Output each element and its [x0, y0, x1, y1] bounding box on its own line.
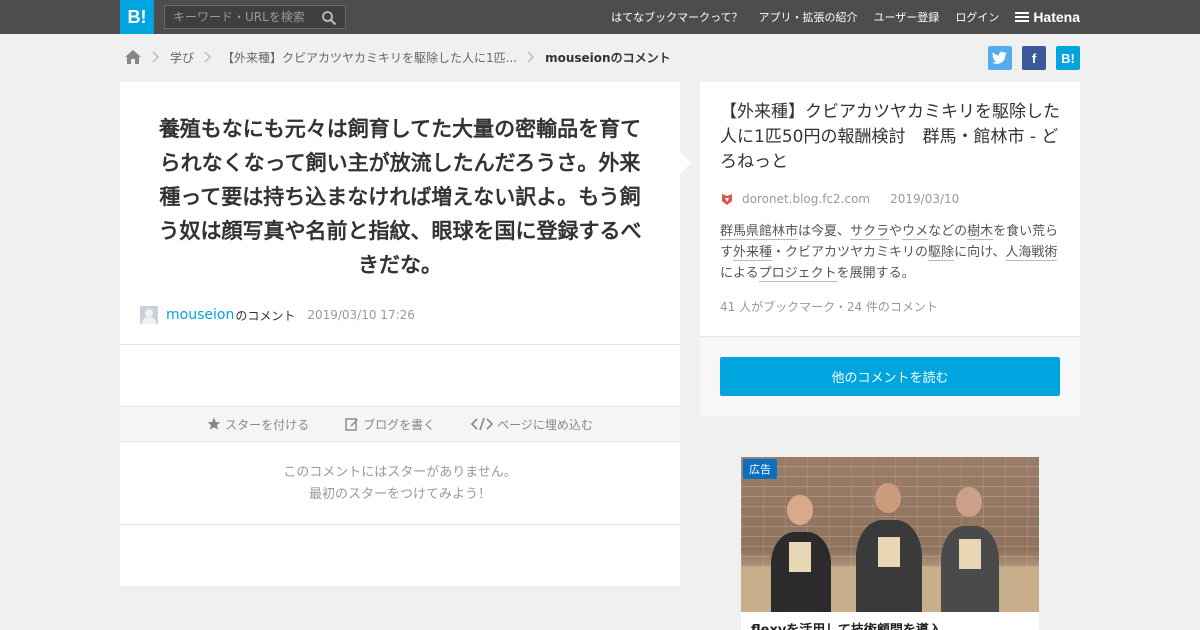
keyword-link[interactable]: 群馬県館林市 [720, 224, 799, 240]
comment-text: 養殖もなにも元々は飼育してた大量の密輸品を育てられなくなって飼い主が放流したんだ… [158, 117, 642, 277]
nav-login[interactable]: ログイン [955, 9, 999, 25]
entry-date: 2019/03/10 [890, 192, 960, 206]
desc-text: を展開する。 [836, 266, 915, 281]
top-bar: B! はてなブックマークって？ アプリ・拡張の紹介 ユーザー登録 ログイン Ha… [0, 0, 1200, 34]
comment-user-suffix: のコメント [235, 308, 296, 323]
chevron-right-icon [204, 51, 212, 63]
breadcrumb: 学び 【外来種】クビアカツヤカミキリを駆除した人に1匹... mouseionの… [124, 46, 671, 68]
site-favicon-icon [722, 194, 732, 205]
chevron-right-icon [527, 51, 535, 63]
keyword-link[interactable]: サクラ [850, 224, 890, 240]
breadcrumb-entry[interactable]: 【外来種】クビアカツヤカミキリを駆除した人に1匹... [222, 49, 517, 66]
header-nav: はてなブックマークって？ アプリ・拡張の紹介 ユーザー登録 ログイン Haten… [595, 0, 1080, 34]
hatena-brand-text: Hatena [1033, 9, 1080, 25]
comment-meta: mouseion のコメント 2019/03/10 17:26 [140, 306, 415, 324]
twitter-share-button[interactable] [988, 46, 1012, 70]
desc-text: による [720, 266, 759, 281]
add-star-label: スターを付ける [225, 417, 310, 432]
hatena-brand[interactable]: Hatena [1015, 9, 1080, 25]
breadcrumb-current: mouseionのコメント [545, 50, 671, 65]
ad-badge: 広告 [743, 459, 777, 479]
home-icon[interactable] [124, 49, 142, 65]
desc-text: などの [928, 224, 968, 239]
comment-actions: スターを付ける ブログを書く ページに埋め込む [120, 406, 680, 442]
keyword-link[interactable]: 外来種 [733, 245, 773, 261]
entry-box: 【外来種】クビアカツヤカミキリを駆除した人に1匹50円の報酬検討 群馬・館林市 … [700, 82, 1080, 416]
entry-domain[interactable]: doronet.blog.fc2.com [742, 192, 870, 206]
comment-date[interactable]: 2019/03/10 17:26 [307, 308, 415, 322]
avatar[interactable] [140, 306, 158, 324]
nav-apps[interactable]: アプリ・拡張の紹介 [759, 9, 858, 25]
desc-text: は今夏、 [798, 224, 851, 239]
hatena-bookmark-share-button[interactable]: B! [1056, 46, 1080, 70]
divider [120, 344, 680, 345]
keyword-link[interactable]: 樹木 [967, 224, 994, 240]
share-buttons: f B! [978, 46, 1080, 70]
ad-photo [741, 457, 1039, 612]
search-icon[interactable] [321, 10, 337, 26]
facebook-share-button[interactable]: f [1022, 46, 1046, 70]
hatena-bookmark-logo[interactable]: B! [120, 0, 154, 34]
desc-text: や [889, 224, 903, 239]
embed-label: ページに埋め込む [497, 417, 593, 432]
edit-icon [345, 418, 359, 431]
divider [120, 524, 680, 525]
desc-text: ・クビアカツヤカミキリの [772, 245, 929, 260]
star-icon [207, 417, 221, 430]
comment-card: 養殖もなにも元々は飼育してた大量の密輸品を育てられなくなって飼い主が放流したんだ… [120, 82, 680, 586]
ad-title[interactable]: flexyを活用して技術顧問を導入 [751, 619, 942, 630]
embed-button[interactable]: ページに埋め込む [471, 416, 593, 433]
read-other-comments-button[interactable]: 他のコメントを読む [720, 357, 1060, 396]
search-box [164, 5, 346, 29]
add-star-button[interactable]: スターを付ける [207, 416, 309, 433]
entry-title[interactable]: 【外来種】クビアカツヤカミキリを駆除した人に1匹50円の報酬検討 群馬・館林市 … [720, 100, 1064, 175]
write-blog-button[interactable]: ブログを書く [345, 416, 435, 433]
search-input[interactable] [165, 6, 315, 28]
entry-description: 群馬県館林市は今夏、サクラやウメなどの樹木を食い荒らす外来種・クビアカツヤカミキ… [720, 221, 1064, 284]
code-icon [471, 417, 494, 431]
ad-card[interactable]: 広告 flexyを活用して技術顧問を導入 [741, 457, 1039, 630]
breadcrumb-category[interactable]: 学び [170, 49, 194, 66]
twitter-bird-icon [992, 51, 1007, 64]
keyword-link[interactable]: 駆除 [928, 245, 955, 261]
keyword-link[interactable]: ウメ [902, 224, 929, 240]
no-star-message: このコメントにはスターがありません。 最初のスターをつけてみよう！ [120, 462, 680, 506]
entry-source: doronet.blog.fc2.com 2019/03/10 [720, 192, 959, 206]
hatena-logo-icon [1015, 12, 1030, 22]
keyword-link[interactable]: 人海戦術 [1005, 245, 1058, 261]
keyword-link[interactable]: プロジェクト [758, 266, 837, 282]
card-pointer [680, 152, 691, 174]
desc-text: に向け、 [954, 245, 1006, 260]
chevron-right-icon [152, 51, 160, 63]
no-star-line2: 最初のスターをつけてみよう！ [308, 487, 491, 502]
bookmark-counts[interactable]: 41 人がブックマーク・24 件のコメント [720, 298, 938, 315]
nav-about[interactable]: はてなブックマークって？ [611, 9, 742, 25]
nav-signup[interactable]: ユーザー登録 [874, 9, 940, 25]
no-star-line1: このコメントにはスターがありません。 [283, 465, 517, 480]
comment-user-link[interactable]: mouseion [166, 307, 234, 323]
write-blog-label: ブログを書く [363, 417, 436, 432]
